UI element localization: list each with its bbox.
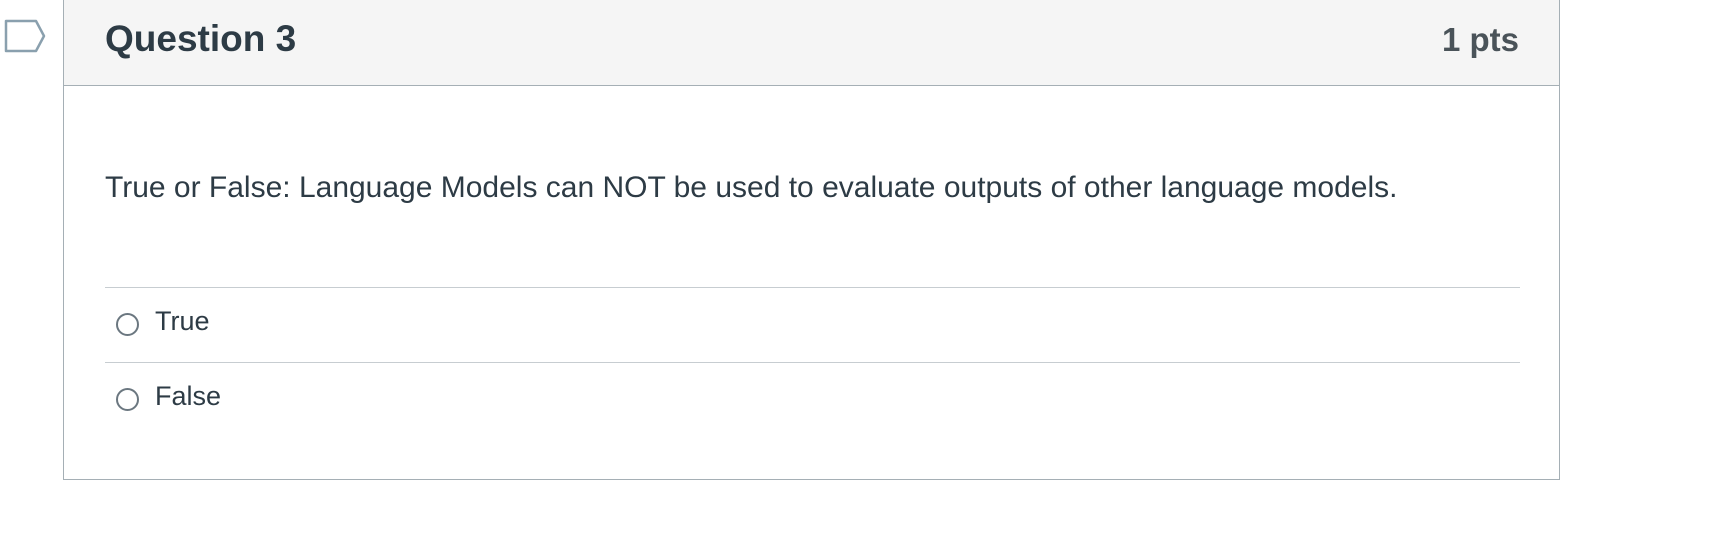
answer-option-false[interactable]: False: [105, 362, 1520, 437]
question-title: Question 3: [105, 18, 297, 59]
question-points: 1 pts: [1441, 21, 1519, 58]
question-text: True or False: Language Models can NOT b…: [105, 171, 1398, 204]
radio-button-true[interactable]: [116, 313, 139, 336]
answer-option-true[interactable]: True: [105, 287, 1520, 362]
answer-label: False: [155, 381, 222, 411]
radio-button-false[interactable]: [116, 388, 139, 411]
question-card: Question 3 1 pts True or False: Language…: [63, 0, 1560, 480]
flag-question-icon[interactable]: [4, 19, 46, 53]
answer-label: True: [155, 306, 210, 336]
answer-list: True False: [105, 287, 1520, 437]
question-header: Question 3 1 pts: [64, 0, 1559, 86]
